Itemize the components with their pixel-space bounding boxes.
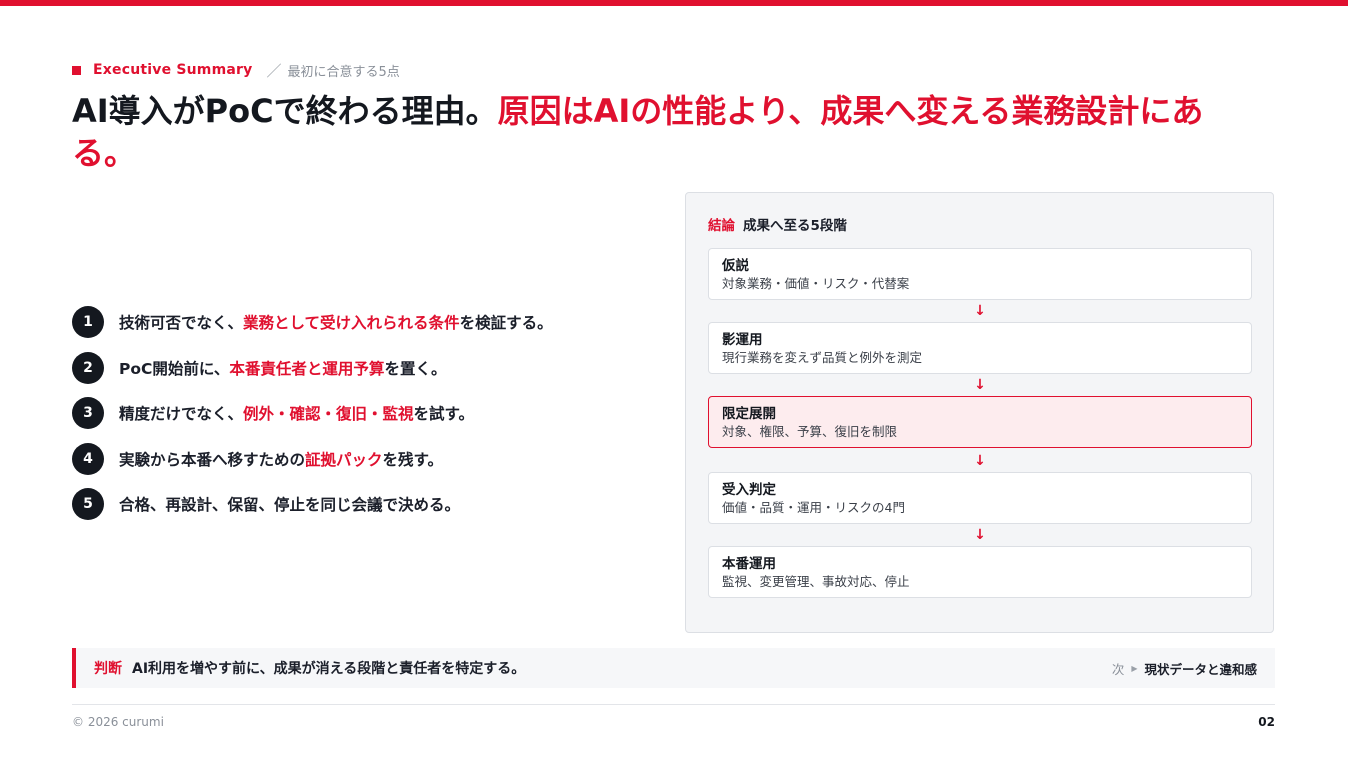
point-text: 合格、再設計、保留、停止を同じ会議で決める。 [119, 493, 460, 515]
section-label: Executive Summary [93, 62, 253, 78]
judgement-tag: 判断 [94, 661, 122, 677]
list-item: 5 合格、再設計、保留、停止を同じ会議で決める。 [72, 488, 652, 520]
list-item: 4 実験から本番へ移すための証拠パックを残す。 [72, 442, 652, 475]
point-text: 技術可否でなく、業務として受け入れられる条件を検証する。 [119, 311, 553, 333]
number-badge: 3 [72, 397, 104, 429]
point-text-pre: PoC開始前に、 [119, 359, 230, 378]
title-part1: AI導入がPoCで終わる理由。 [72, 92, 498, 130]
point-text: 精度だけでなく、例外・確認・復旧・監視を試す。 [119, 402, 474, 424]
next-title: 現状データと違和感 [1144, 661, 1257, 677]
stage-card-hypothesis: 仮説 対象業務・価値・リスク・代替案 [708, 248, 1252, 300]
judgement-text: AI利用を増やす前に、成果が消える段階と責任者を特定する。 [132, 661, 526, 677]
number-badge: 2 [72, 351, 104, 384]
page-number: 02 [1258, 715, 1275, 729]
point-text: 実験から本番へ移すための証拠パックを残す。 [119, 448, 443, 470]
down-arrow-icon: ↓ [974, 527, 986, 543]
list-item: 1 技術可否でなく、業務として受け入れられる条件を検証する。 [72, 306, 652, 338]
stage-card-acceptance: 受入判定 価値・品質・運用・リスクの4門 [708, 472, 1252, 524]
point-text-post: を残す。 [382, 450, 443, 469]
page-title: AI導入がPoCで終わる理由。原因はAIの性能より、成果へ変える業務設計にある。 [72, 90, 1262, 174]
eyebrow: Executive Summary ／ 最初に合意する5点 [72, 60, 400, 80]
number-badge: 5 [72, 488, 104, 520]
stage-description: 価値・品質・運用・リスクの4門 [722, 500, 905, 515]
point-text-post: を検証する。 [459, 314, 553, 332]
footer-divider [72, 704, 1275, 705]
stage-card-limited-rollout: 限定展開 対象、権限、予算、復旧を制限 [708, 396, 1252, 448]
next-section-link[interactable]: 次 ▶ 現状データと違和感 [1112, 648, 1257, 688]
key-points-list: 1 技術可否でなく、業務として受け入れられる条件を検証する。 2 PoC開始前に… [72, 306, 652, 534]
triangle-right-icon: ▶ [1131, 663, 1138, 673]
down-arrow-icon: ↓ [974, 303, 986, 319]
stage-description: 監視、変更管理、事故対応、停止 [722, 574, 910, 589]
point-text-pre: 精度だけでなく、 [119, 405, 244, 423]
point-text-post: を置く。 [384, 359, 447, 378]
judgement-bar: 判断 AI利用を増やす前に、成果が消える段階と責任者を特定する。 次 ▶ 現状デ… [72, 648, 1275, 688]
list-item: 3 精度だけでなく、例外・確認・復旧・監視を試す。 [72, 397, 652, 429]
next-label: 次 [1111, 661, 1125, 677]
stage-description: 対象、権限、予算、復旧を制限 [722, 424, 898, 439]
point-highlight: 本番責任者と運用予算 [229, 359, 385, 378]
point-highlight: 証拠パック [305, 450, 383, 469]
point-text: PoC開始前に、本番責任者と運用予算を置く。 [119, 357, 446, 379]
conclusion-tag: 結論 [708, 218, 735, 234]
number-badge: 4 [72, 442, 104, 475]
eyebrow-subtitle: 最初に合意する5点 [287, 64, 400, 80]
point-text-pre: 技術可否でなく、 [119, 314, 244, 332]
panel-heading: 結論 成果へ至る5段階 [708, 214, 847, 234]
number-badge: 1 [72, 306, 104, 338]
conclusion-panel: 結論 成果へ至る5段階 仮説 対象業務・価値・リスク・代替案 ↓ 影運用 現行業… [685, 192, 1274, 633]
point-text-pre: 実験から本番へ移すための [119, 450, 306, 469]
down-arrow-icon: ↓ [974, 377, 986, 393]
stage-title: 影運用 [722, 332, 763, 348]
down-arrow-icon: ↓ [974, 453, 986, 469]
stage-title: 仮説 [722, 258, 749, 274]
eyebrow-separator: ／ [266, 61, 282, 80]
point-text-pre: 合格、再設計、保留、停止を同じ会議で決める。 [119, 496, 461, 514]
top-accent-bar [0, 0, 1348, 6]
stage-description: 現行業務を変えず品質と例外を測定 [722, 350, 923, 365]
stage-title: 限定展開 [722, 406, 776, 422]
point-highlight: 業務として受け入れられる条件 [243, 314, 460, 332]
copyright: © 2026 curumi [72, 715, 164, 729]
stage-card-shadow-operation: 影運用 現行業務を変えず品質と例外を測定 [708, 322, 1252, 374]
square-icon [72, 65, 81, 75]
list-item: 2 PoC開始前に、本番責任者と運用予算を置く。 [72, 351, 652, 384]
stage-description: 対象業務・価値・リスク・代替案 [722, 276, 910, 291]
point-highlight: 例外・確認・復旧・監視 [243, 405, 414, 423]
stage-title: 本番運用 [722, 556, 776, 572]
point-text-post: を試す。 [413, 405, 474, 423]
stage-title: 受入判定 [722, 482, 776, 498]
panel-title: 成果へ至る5段階 [743, 218, 847, 234]
stage-card-production: 本番運用 監視、変更管理、事故対応、停止 [708, 546, 1252, 598]
